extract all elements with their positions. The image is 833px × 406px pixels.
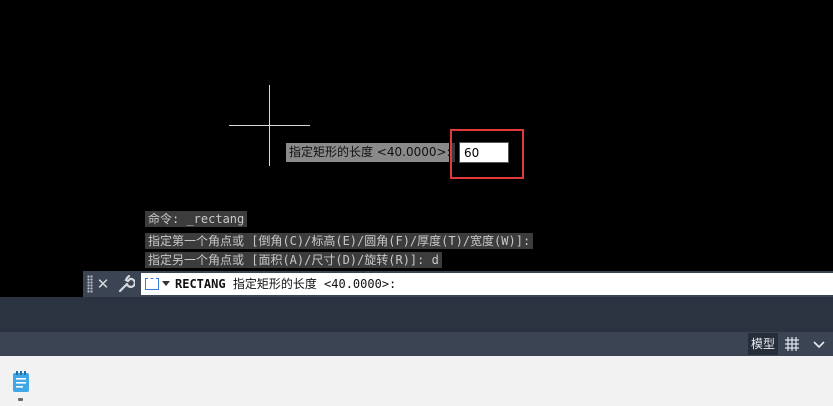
app-running-indicator	[18, 398, 23, 401]
command-name: RECTANG	[175, 277, 226, 291]
command-line-bar: ✕ RECTANG 指定矩形的长度 <40.0000>:	[83, 271, 833, 297]
grid-icon[interactable]	[782, 333, 802, 355]
crosshair-vertical	[269, 85, 270, 166]
dynamic-input-separator	[452, 143, 455, 162]
command-input[interactable]: RECTANG 指定矩形的长度 <40.0000>:	[141, 273, 833, 295]
history-line-2: 指定第一个角点或 [倒角(C)/标高(E)/圆角(F)/厚度(T)/宽度(W)]…	[145, 233, 534, 249]
command-prompt: 指定矩形的长度 <40.0000>:	[232, 277, 397, 291]
dynamic-input-prompt: 指定矩形的长度 <40.0000>:	[286, 143, 451, 162]
command-icon[interactable]	[145, 278, 159, 290]
history-line-3: 指定另一个角点或 [面积(A)/尺寸(D)/旋转(R)]: d	[145, 252, 442, 268]
dynamic-input-field[interactable]	[459, 142, 509, 163]
app-icon[interactable]	[11, 370, 31, 394]
command-text: RECTANG 指定矩形的长度 <40.0000>:	[175, 273, 396, 295]
drag-grip[interactable]	[87, 275, 93, 293]
more-icon[interactable]	[808, 333, 830, 355]
taskbar	[0, 356, 833, 406]
status-bar	[0, 332, 833, 356]
model-space-button[interactable]: 模型	[748, 333, 778, 355]
close-icon[interactable]: ✕	[95, 273, 111, 295]
drawing-canvas[interactable]: 指定矩形的长度 <40.0000>: 命令: _rectang 指定第一个角点或…	[0, 0, 833, 297]
wrench-icon[interactable]	[117, 274, 136, 294]
history-line-1: 命令: _rectang	[145, 211, 248, 227]
chevron-down-icon[interactable]	[162, 281, 170, 286]
layout-tabs-area	[0, 297, 833, 332]
